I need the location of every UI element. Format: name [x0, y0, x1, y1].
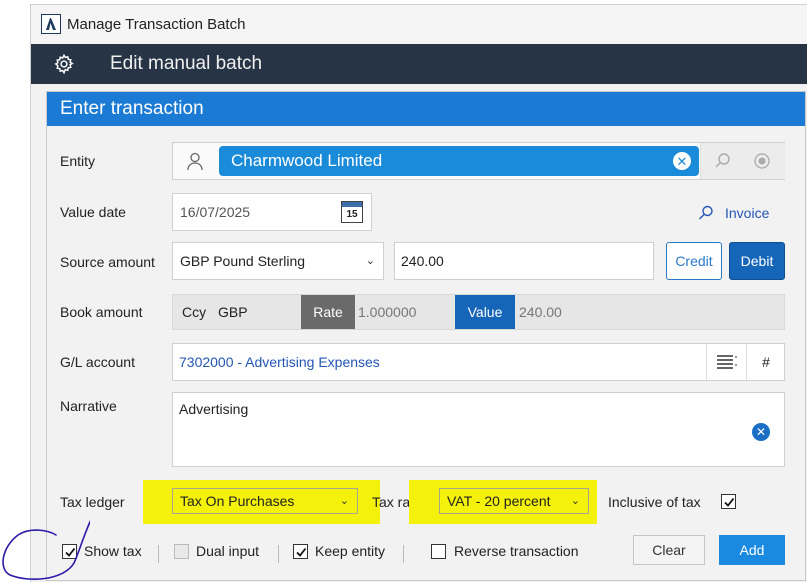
narrative-label: Narrative — [60, 398, 117, 414]
rate-value: 1.000000 — [358, 304, 417, 320]
chevron-down-icon: ⌄ — [339, 495, 349, 507]
add-button[interactable]: Add — [719, 535, 785, 565]
book-amount-row: Ccy GBP Rate 1.000000 Value 240.00 — [172, 294, 785, 330]
invoice-label: Invoice — [725, 205, 770, 221]
divider — [278, 545, 279, 563]
clear-button[interactable]: Clear — [633, 535, 705, 565]
calendar-icon[interactable]: 15 — [341, 201, 363, 223]
entity-value: Charmwood Limited — [231, 151, 383, 170]
debit-button[interactable]: Debit — [729, 242, 785, 280]
inclusive-tax-checkbox[interactable] — [721, 494, 736, 509]
rate-tag: Rate — [301, 295, 355, 329]
entity-actions — [700, 143, 785, 179]
clear-icon[interactable]: ✕ — [752, 423, 770, 441]
radio-icon[interactable] — [753, 152, 771, 175]
tax-rate-select[interactable]: VAT - 20 percent ⌄ — [439, 488, 589, 514]
reverse-transaction-checkbox[interactable] — [431, 544, 446, 559]
narrative-value: Advertising — [179, 401, 249, 417]
search-icon[interactable] — [713, 151, 733, 176]
currency-select[interactable]: GBP Pound Sterling ⌄ — [172, 242, 384, 280]
tax-ledger-value: Tax On Purchases — [180, 493, 295, 509]
app-window: Manage Transaction Batch Edit manual bat… — [30, 4, 807, 582]
chevron-down-icon: ⌄ — [365, 255, 375, 267]
book-value: 240.00 — [519, 304, 562, 320]
header-bar: Edit manual batch — [31, 44, 807, 84]
checkbox-checked-icon — [295, 547, 306, 557]
show-tax-checkbox[interactable] — [62, 544, 77, 559]
source-amount-value: 240.00 — [401, 253, 444, 269]
value-date-text: 16/07/2025 — [180, 204, 251, 220]
reverse-transaction-label: Reverse transaction — [454, 543, 579, 559]
enter-transaction-panel: Enter transaction Entity Charmwood Limit… — [46, 91, 806, 581]
entity-label: Entity — [60, 153, 96, 169]
gl-account-input[interactable]: 7302000 - Advertising Expenses # — [172, 343, 785, 381]
invoice-link[interactable]: Invoice — [697, 204, 769, 222]
app-logo-icon — [41, 14, 61, 34]
clear-icon[interactable]: ✕ — [673, 152, 691, 170]
keep-entity-checkbox[interactable] — [293, 544, 308, 559]
checkbox-checked-icon — [723, 497, 734, 507]
book-ccy-label: Ccy — [182, 304, 207, 320]
window-title: Manage Transaction Batch — [67, 15, 246, 33]
tax-ledger-label: Tax ledger — [60, 494, 125, 510]
person-icon — [185, 151, 205, 176]
value-date-label: Value date — [60, 204, 126, 220]
panel-title: Enter transaction — [60, 98, 204, 119]
book-ccy-value: GBP — [218, 304, 248, 320]
entity-field[interactable]: Charmwood Limited ✕ — [172, 142, 785, 180]
checkbox-checked-icon — [64, 547, 75, 557]
value-date-input[interactable]: 16/07/2025 15 — [172, 193, 372, 231]
panel-header: Enter transaction — [47, 92, 805, 126]
search-icon — [699, 205, 713, 220]
account-number-button[interactable]: # — [746, 344, 785, 380]
inclusive-tax-label: Inclusive of tax — [608, 494, 701, 510]
source-amount-input[interactable]: 240.00 — [394, 242, 654, 280]
title-bar: Manage Transaction Batch — [31, 5, 807, 43]
list-icon[interactable] — [706, 344, 747, 380]
header-title: Edit manual batch — [110, 53, 263, 74]
gl-account-value: 7302000 - Advertising Expenses — [179, 354, 380, 370]
source-amount-label: Source amount — [60, 254, 155, 270]
show-tax-label: Show tax — [84, 543, 142, 559]
calendar-day: 15 — [346, 209, 358, 220]
gl-account-label: G/L account — [60, 354, 135, 370]
tax-rate-value: VAT - 20 percent — [447, 493, 551, 509]
divider — [158, 545, 159, 563]
value-tag: Value — [455, 295, 515, 329]
divider — [403, 545, 404, 563]
book-amount-label: Book amount — [60, 304, 143, 320]
currency-value: GBP Pound Sterling — [180, 253, 306, 269]
keep-entity-label: Keep entity — [315, 543, 386, 559]
background-strip — [0, 0, 30, 581]
narrative-textarea[interactable]: Advertising ✕ — [172, 392, 785, 467]
credit-button[interactable]: Credit — [666, 242, 722, 280]
dual-input-checkbox[interactable] — [174, 544, 189, 559]
gear-icon[interactable] — [53, 53, 75, 75]
entity-chip[interactable]: Charmwood Limited ✕ — [219, 146, 699, 176]
chevron-down-icon: ⌄ — [570, 495, 580, 507]
dual-input-label: Dual input — [196, 543, 260, 559]
tax-ledger-select[interactable]: Tax On Purchases ⌄ — [172, 488, 358, 514]
